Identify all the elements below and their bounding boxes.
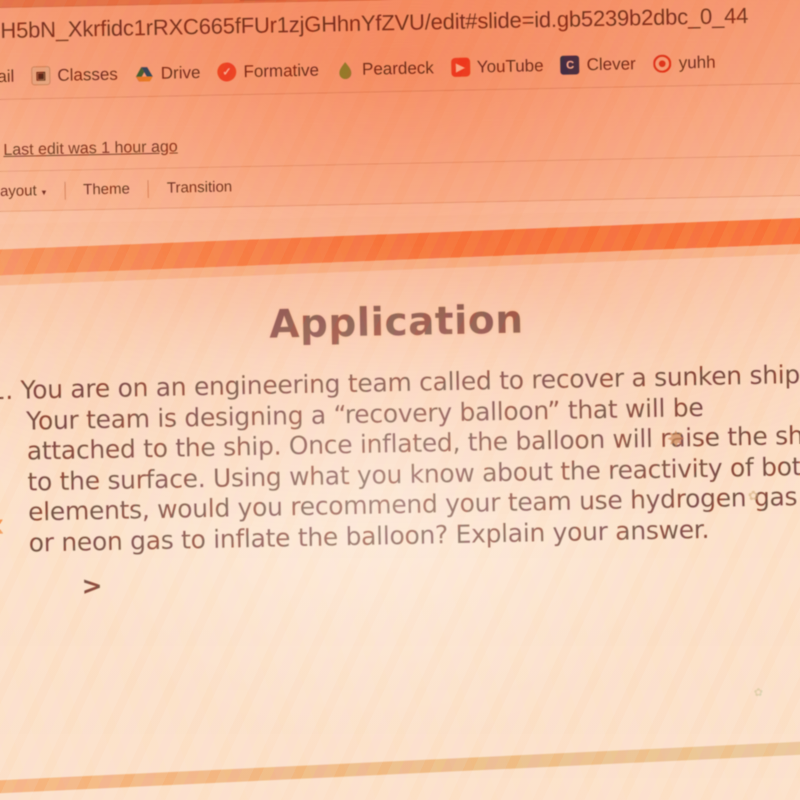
target-icon	[653, 54, 672, 73]
bookmark-peardeck[interactable]: Peardeck	[336, 58, 434, 80]
bookmark-yuhh[interactable]: yuhh	[653, 52, 716, 73]
bookmark-youtube[interactable]: ▶ YouTube	[450, 55, 544, 78]
photo-of-screen: 3I3H5bN_Xkrfidc1rRXC665fFUr1zjGHhnYfZVU/…	[0, 0, 800, 800]
previous-slide-arrow[interactable]: ‹	[0, 503, 5, 544]
theme-button[interactable]: Theme	[65, 180, 148, 199]
flower-decoration-icon: ✿	[753, 686, 764, 700]
slide-bottom-band-decoration	[0, 737, 800, 799]
bookmark-label: Formative	[243, 60, 320, 81]
flower-decoration-icon: ✿	[747, 487, 759, 504]
bookmark-classes[interactable]: ▣ Classes	[31, 64, 118, 86]
transition-button[interactable]: Transition	[149, 178, 251, 197]
bookmark-label: Peardeck	[361, 57, 435, 79]
bookmark-label: yuhh	[678, 52, 716, 72]
theme-label: Theme	[83, 180, 131, 199]
bookmark-label: Classes	[57, 64, 118, 85]
computer-screen: 3I3H5bN_Xkrfidc1rRXC665fFUr1zjGHhnYfZVU/…	[0, 0, 800, 800]
google-classroom-icon: ▣	[31, 66, 51, 86]
slide-title[interactable]: Application	[0, 291, 800, 354]
youtube-icon: ▶	[450, 57, 471, 77]
bookmark-label: Drive	[160, 62, 201, 83]
layout-label: Layout	[0, 182, 37, 201]
bookmark-gmail[interactable]: ail	[0, 66, 15, 87]
bookmark-clever[interactable]: C Clever	[560, 54, 636, 76]
bookmark-label: Clever	[586, 53, 636, 74]
bookmark-label: YouTube	[476, 55, 544, 76]
peardeck-icon	[336, 60, 355, 79]
slide[interactable]: Application 1. You are on an engineering…	[0, 207, 800, 800]
slide-canvas-area: Application 1. You are on an engineering…	[0, 195, 800, 800]
flower-decoration-icon: ✸	[666, 426, 686, 452]
browser-tab[interactable]	[239, 0, 292, 2]
url-text[interactable]: 3I3H5bN_Xkrfidc1rRXC665fFUr1zjGHhnYfZVU/…	[0, 3, 748, 45]
clever-icon: C	[560, 55, 580, 75]
layout-button[interactable]: Layout ▾	[0, 182, 64, 201]
chevron-down-icon: ▾	[41, 187, 47, 198]
last-edit-status[interactable]: Last edit was 1 hour ago	[3, 138, 178, 159]
bookmark-label: ail	[0, 66, 15, 86]
bookmark-formative[interactable]: ✓ Formative	[217, 60, 319, 82]
slide-body-text[interactable]: 1. You are on an engineering team called…	[0, 360, 800, 604]
formative-icon: ✓	[217, 62, 237, 82]
transition-label: Transition	[166, 178, 233, 197]
bookmark-drive[interactable]: Drive	[135, 63, 201, 84]
google-drive-icon	[135, 64, 154, 83]
